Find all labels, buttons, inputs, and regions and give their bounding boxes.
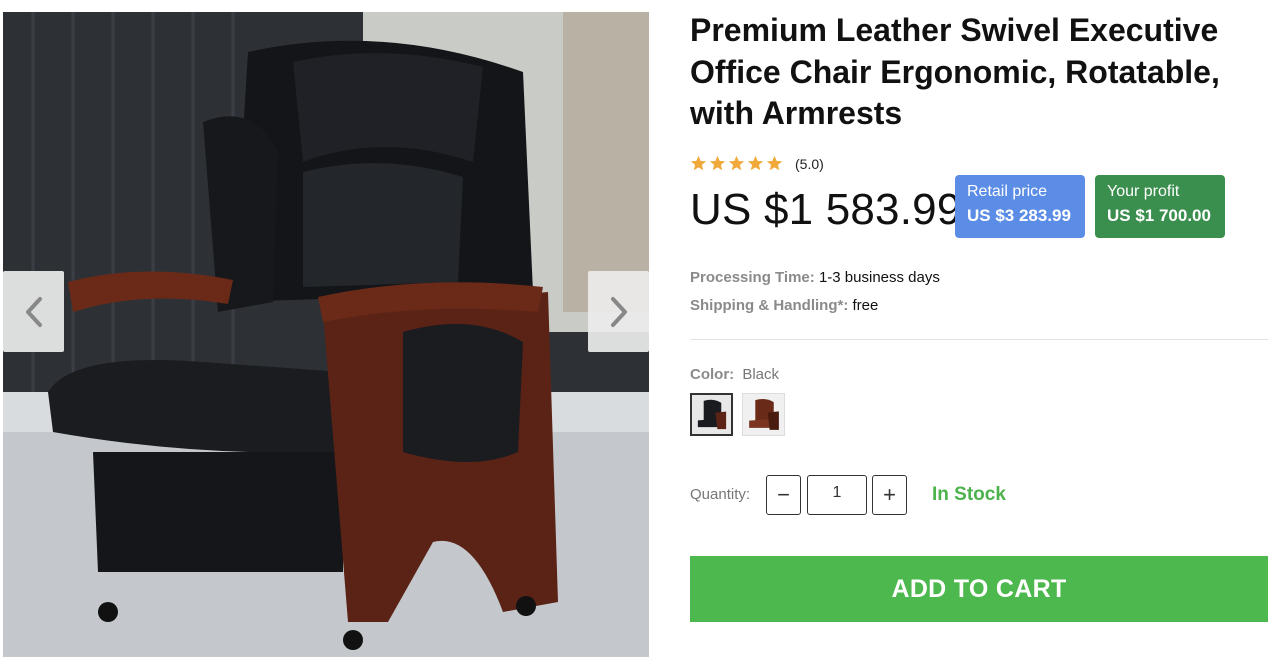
plus-icon: + (883, 482, 896, 507)
quantity-label: Quantity: (690, 486, 751, 503)
shipping-label: Shipping & Handling*: (690, 297, 849, 314)
minus-icon: − (777, 482, 790, 507)
gallery-prev-button[interactable] (3, 271, 64, 352)
profit-value: US $1 700.00 (1107, 206, 1211, 225)
product-gallery (3, 12, 649, 657)
star-icon (690, 155, 707, 171)
shipping-handling: Shipping & Handling*: free (690, 297, 878, 314)
add-to-cart-button[interactable]: ADD TO CART (690, 556, 1268, 622)
color-swatch-brown[interactable] (742, 393, 785, 436)
chevron-right-icon (610, 296, 627, 327)
quantity-decrease-button[interactable]: − (766, 475, 801, 515)
star-icon (747, 155, 764, 171)
star-icon (766, 155, 783, 171)
stock-status: In Stock (932, 484, 1006, 505)
shipping-value: free (852, 297, 879, 314)
color-swatch-black[interactable] (690, 393, 733, 436)
product-price: US $1 583.99 (690, 185, 962, 234)
quantity-increase-button[interactable]: + (872, 475, 907, 515)
color-selector: Color: Black (690, 366, 779, 383)
product-title: Premium Leather Swivel Executive Office … (690, 12, 1220, 131)
swatch-black-image (692, 395, 731, 434)
quantity-input[interactable] (807, 475, 867, 515)
color-label: Color: (690, 366, 735, 383)
star-icon (709, 155, 726, 171)
chevron-left-icon (25, 296, 42, 327)
processing-time: Processing Time: 1-3 business days (690, 269, 940, 286)
profit-badge: Your profit US $1 700.00 (1095, 175, 1225, 238)
product-image (3, 12, 649, 657)
star-icon (728, 155, 745, 171)
processing-time-label: Processing Time: (690, 269, 815, 286)
swatch-brown-image (743, 394, 784, 435)
retail-price-label: Retail price (967, 183, 1048, 200)
rating-text: (5.0) (795, 155, 824, 172)
processing-time-value: 1-3 business days (818, 269, 940, 286)
retail-price-value: US $3 283.99 (967, 206, 1071, 225)
color-selected-value: Black (742, 366, 780, 383)
rating: (5.0) (690, 155, 824, 172)
profit-label: Your profit (1107, 183, 1180, 200)
rating-stars (690, 155, 783, 172)
gallery-next-button[interactable] (588, 271, 649, 352)
retail-price-badge: Retail price US $3 283.99 (955, 175, 1085, 238)
divider (690, 339, 1268, 340)
